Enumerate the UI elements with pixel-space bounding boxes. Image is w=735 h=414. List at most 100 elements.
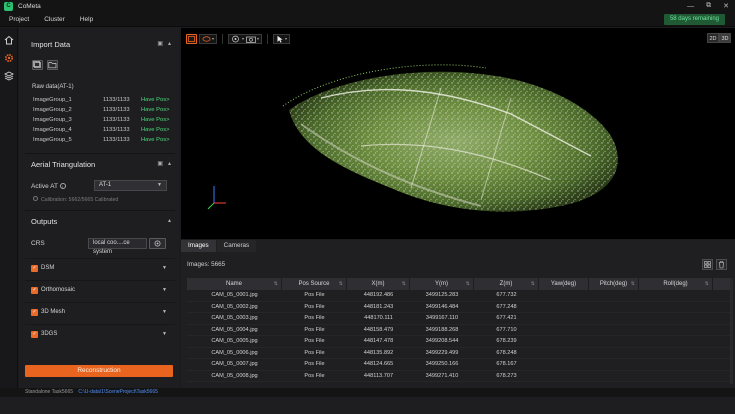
home-icon[interactable]: [4, 35, 14, 45]
3dgs-checkbox[interactable]: ✓: [31, 331, 38, 338]
crs-picker-button[interactable]: [149, 238, 166, 249]
grid-icon: [704, 261, 711, 268]
active-at-select[interactable]: AT-1 ▼: [94, 180, 167, 191]
table-row[interactable]: CAM_05_0006.jpg Pos File 448135.892 3499229…: [187, 348, 730, 359]
at-settings-icon[interactable]: ▣: [157, 160, 163, 167]
delete-button[interactable]: [716, 259, 727, 270]
menu-help[interactable]: Help: [80, 16, 93, 23]
column-header[interactable]: Y(m) ⇅: [410, 278, 474, 290]
table-row[interactable]: CAM_05_0004.jpg Pos File 448158.479 3499188…: [187, 325, 730, 336]
close-icon[interactable]: ✕: [723, 2, 729, 10]
image-group-row[interactable]: ImageGroup_4 1133/1133 Have Pos>: [33, 127, 173, 137]
import-data-header[interactable]: Import Data ▣ ▴: [25, 36, 175, 52]
square-icon: [188, 35, 195, 42]
chevron-up-icon[interactable]: ▴: [168, 40, 171, 47]
restore-icon[interactable]: ⧉: [706, 2, 711, 10]
import-images-button[interactable]: [32, 60, 43, 70]
chevron-up-icon[interactable]: ▴: [168, 160, 171, 167]
menu-project[interactable]: Project: [9, 16, 29, 23]
table-row[interactable]: CAM_05_0007.jpg Pos File 448124.665 3499250…: [187, 359, 730, 371]
image-group-row[interactable]: ImageGroup_2 1133/1133 Have Pos>: [33, 107, 173, 117]
table-row[interactable]: CAM_05_0002.jpg Pos File 448181.243 3499146…: [187, 302, 730, 313]
column-header[interactable]: Pos Source ⇅: [282, 278, 347, 290]
images-count: Images: 5665: [187, 261, 226, 268]
menu-bar: Project Cluster Help 58 days remaining: [0, 12, 735, 27]
mesh-checkbox[interactable]: ✓: [31, 309, 38, 316]
sort-icon: ⇅: [704, 281, 709, 287]
column-header[interactable]: Name ⇅: [187, 278, 282, 290]
table-header: Name ⇅ Pos Source ⇅ X(m) ⇅ Y(m) ⇅ Z(m) ⇅ Yaw(…: [187, 278, 730, 290]
select-box-button[interactable]: [186, 33, 197, 44]
window-controls: — ⧉ ✕: [687, 0, 729, 12]
sort-icon: ⇅: [401, 281, 406, 287]
info-icon: [33, 196, 38, 201]
minimize-icon[interactable]: —: [687, 3, 694, 10]
column-header[interactable]: Roll(deg) ⇅: [639, 278, 713, 290]
bottom-strip: [0, 397, 735, 414]
chevron-up-icon[interactable]: ▴: [168, 217, 171, 224]
column-header[interactable]: Yaw(deg): [539, 278, 589, 290]
sort-icon: ⇅: [530, 281, 535, 287]
info-icon[interactable]: i: [59, 183, 66, 189]
aerial-triangulation-header[interactable]: Aerial Triangulation ▣ ▴: [25, 156, 175, 172]
trial-badge[interactable]: 58 days remaining: [663, 14, 725, 25]
chevron-down-icon[interactable]: ▼: [162, 265, 167, 271]
chevron-down-icon: ▾: [212, 36, 215, 41]
table-row[interactable]: CAM_05_0005.jpg Pos File 448147.478 3499208…: [187, 336, 730, 348]
view-3d-button[interactable]: 3D: [719, 33, 731, 43]
title-bar: C CoMeta — ⧉ ✕: [0, 0, 735, 12]
settings-icon[interactable]: [4, 53, 14, 63]
view-2d-button[interactable]: 2D: [707, 33, 719, 43]
column-header[interactable]: X(m) ⇅: [347, 278, 410, 290]
table-scrollbar[interactable]: [730, 278, 733, 384]
view-mode-toggle: 2D 3D: [707, 33, 731, 43]
app-title: CoMeta: [18, 2, 41, 10]
images-icon: [33, 61, 41, 68]
import-folder-button[interactable]: [47, 60, 58, 70]
axis-gizmo: [207, 186, 226, 210]
image-group-row[interactable]: ImageGroup_5 1133/1133 Have Pos>: [33, 137, 173, 147]
table-row[interactable]: CAM_05_0001.jpg Pos File 448192.486 3499125…: [187, 290, 730, 302]
image-group-row[interactable]: ImageGroup_1 1133/1133 Have Pos>: [33, 97, 173, 107]
chevron-down-icon[interactable]: ▼: [162, 287, 167, 293]
project-path-link[interactable]: C:\U-data\1\SceneProject\Task5665: [78, 389, 158, 395]
status-text: Standalone Task5665: [25, 389, 74, 395]
viewport-toolbar: ▾ ▾ ▾ ▾: [186, 33, 291, 44]
crs-field[interactable]: local coo....ce system: [88, 238, 147, 255]
chevron-down-icon[interactable]: ▼: [162, 331, 167, 337]
outputs-header[interactable]: Outputs ▴: [25, 213, 175, 229]
tab-images[interactable]: Images: [181, 240, 216, 252]
dsm-checkbox[interactable]: ✓: [31, 265, 38, 272]
outputs-title: Outputs: [31, 216, 58, 226]
trash-icon: [719, 261, 724, 269]
output-item-dsm[interactable]: ✓ DSM ▼: [25, 258, 175, 278]
target-icon: [232, 35, 239, 42]
image-group-row[interactable]: ImageGroup_3 1133/1133 Have Pos>: [33, 117, 173, 127]
output-item-3dgs[interactable]: ✓ 3DGS ▼: [25, 324, 175, 344]
display-mode-dropdown[interactable]: ▾: [199, 33, 218, 44]
import-settings-icon[interactable]: ▣: [157, 40, 163, 47]
3d-viewport[interactable]: [181, 28, 735, 239]
active-at-label: Active AT i: [31, 183, 66, 190]
section-divider: [25, 210, 175, 211]
output-item-3d-mesh[interactable]: ✓ 3D Mesh ▼: [25, 302, 175, 322]
tab-cameras[interactable]: Cameras: [216, 240, 257, 252]
sort-icon: ⇅: [273, 281, 278, 287]
table-row[interactable]: CAM_05_0003.jpg Pos File 448170.111 3499167…: [187, 313, 730, 325]
aerial-triangulation-title: Aerial Triangulation: [31, 159, 96, 169]
cursor-tool-dropdown[interactable]: ▾: [273, 33, 291, 44]
table-row[interactable]: CAM_05_0008.jpg Pos File 448113.707 3499271…: [187, 371, 730, 382]
reconstruction-button[interactable]: Reconstruction: [25, 365, 173, 377]
point-cloud-view[interactable]: [181, 28, 735, 239]
camera-tools-dropdown[interactable]: ▾ ▾: [228, 33, 263, 44]
grid-view-button[interactable]: [702, 259, 713, 270]
output-item-orthomosaic[interactable]: ✓ Orthomosaic ▼: [25, 280, 175, 300]
orthomosaic-checkbox[interactable]: ✓: [31, 287, 38, 294]
point-cloud: [282, 64, 618, 212]
chevron-down-icon[interactable]: ▼: [162, 309, 167, 315]
column-header[interactable]: Pitch(deg) ⇅: [589, 278, 639, 290]
menu-cluster[interactable]: Cluster: [44, 16, 65, 23]
column-header[interactable]: Z(m) ⇅: [474, 278, 539, 290]
section-divider: [25, 153, 175, 154]
layers-icon[interactable]: [4, 71, 14, 81]
